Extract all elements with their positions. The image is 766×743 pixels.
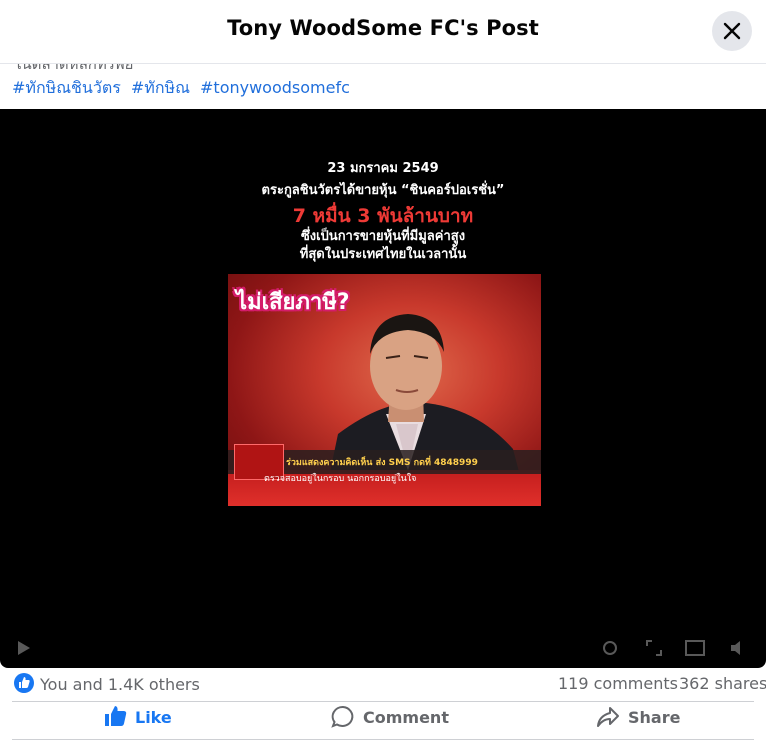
hashtag-link[interactable]: #ทักษิณ bbox=[131, 78, 190, 97]
video-caption-line: ตระกูลชินวัตรได้ขายหุ้น “ชินคอร์ปอเรชั่น… bbox=[261, 183, 505, 198]
post-title: Tony WoodSome FC's Post bbox=[227, 16, 539, 40]
pip-icon[interactable] bbox=[684, 638, 706, 658]
divider bbox=[12, 739, 754, 740]
shares-count[interactable]: 362 shares bbox=[679, 674, 766, 693]
volume-icon[interactable] bbox=[728, 638, 750, 658]
hashtag-list: #ทักษิณชินวัตร #ทักษิณ #tonywoodsomefc bbox=[12, 76, 355, 101]
play-icon[interactable] bbox=[14, 639, 32, 657]
share-button[interactable]: Share bbox=[596, 703, 716, 733]
video-frame-image: ไม่เสียภาษี? ร่วมแสดงความคิดเห็น ส่ง SMS… bbox=[228, 274, 541, 506]
reactions-summary[interactable]: You and 1.4K others bbox=[40, 675, 200, 694]
video-caption-date: 23 มกราคม 2549 bbox=[327, 161, 439, 176]
like-label: Like bbox=[135, 708, 172, 727]
like-button[interactable]: Like bbox=[104, 703, 224, 733]
video-caption-line: ที่สุดในประเทศไทยในเวลานั้น bbox=[299, 247, 467, 262]
comment-button[interactable]: Comment bbox=[331, 703, 471, 733]
share-label: Share bbox=[628, 708, 681, 727]
comments-count[interactable]: 119 comments bbox=[558, 674, 678, 693]
close-icon bbox=[723, 22, 741, 40]
hashtag-link[interactable]: #ทักษิณชินวัตร bbox=[12, 78, 121, 97]
hashtag-link[interactable]: #tonywoodsomefc bbox=[200, 78, 350, 97]
comment-icon bbox=[331, 705, 354, 728]
engagement-stats: You and 1.4K others 119 comments 362 sha… bbox=[0, 670, 766, 700]
post-header: Tony WoodSome FC's Post bbox=[0, 0, 766, 64]
close-button[interactable] bbox=[712, 11, 752, 51]
share-icon bbox=[597, 707, 619, 727]
like-reaction-icon[interactable] bbox=[14, 673, 34, 693]
thumbs-up-icon bbox=[105, 706, 127, 726]
video-subticker-text: ตรวจสอบอยู่ในกรอบ นอกกรอบอยู่ในใจ bbox=[264, 474, 417, 484]
settings-icon[interactable] bbox=[600, 638, 620, 658]
video-player[interactable]: 23 มกราคม 2549 ตระกูลชินวัตรได้ขายหุ้น “… bbox=[0, 109, 766, 668]
video-ticker-text: ร่วมแสดงความคิดเห็น ส่ง SMS กดที่ 484899… bbox=[286, 458, 478, 468]
divider bbox=[12, 701, 754, 702]
comment-label: Comment bbox=[363, 708, 449, 727]
post-modal: Tony WoodSome FC's Post ในตลาดหลักทรัพย์… bbox=[0, 0, 766, 743]
video-frame-title: ไม่เสียภาษี? bbox=[236, 290, 350, 315]
expand-icon[interactable] bbox=[644, 638, 664, 658]
video-controls bbox=[0, 629, 766, 668]
